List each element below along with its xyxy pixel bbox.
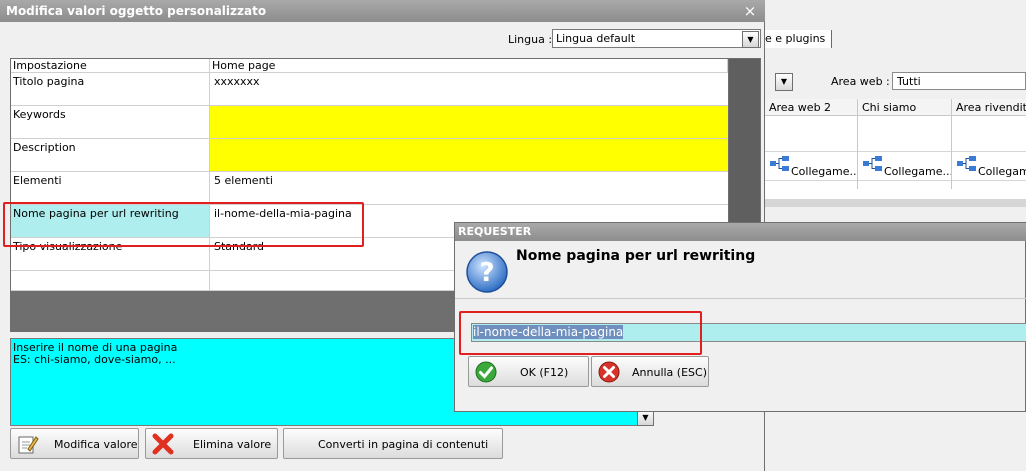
- grid-cell-link[interactable]: Collegame...: [952, 151, 1026, 181]
- grid-cell-link[interactable]: Collegame...: [858, 151, 951, 181]
- area-web-label: Area web :: [831, 75, 890, 88]
- sitemap-icon: [770, 156, 789, 171]
- chevron-down-icon[interactable]: ▼: [742, 31, 759, 48]
- column-header-impostazione[interactable]: Impostazione: [11, 59, 210, 73]
- area-web-value: Tutti: [897, 75, 921, 88]
- column-header-label: Impostazione: [13, 59, 87, 72]
- elimina-valore-button[interactable]: Elimina valore: [145, 428, 278, 459]
- setting-value[interactable]: [210, 106, 728, 138]
- converti-pagina-button[interactable]: Converti in pagina di contenuti: [283, 428, 503, 459]
- column-header-label: Home page: [212, 59, 276, 72]
- grid-cell-label: Collegame...: [978, 165, 1026, 178]
- background-tabbar: e e plugins: [765, 14, 1026, 48]
- dialog-title-bar[interactable]: Modifica valori oggetto personalizzato: [0, 0, 765, 22]
- delete-icon: [152, 433, 174, 455]
- setting-value[interactable]: [210, 139, 728, 171]
- question-icon: ?: [466, 251, 508, 293]
- column-header-label: Area web 2: [769, 101, 832, 114]
- requester-title: REQUESTER: [458, 225, 532, 238]
- setting-name: Description: [11, 139, 210, 171]
- ok-button[interactable]: OK (F12): [468, 356, 589, 387]
- button-label: OK (F12): [520, 366, 569, 379]
- highlight-annotation: [459, 311, 702, 355]
- column-header-area-web-2[interactable]: Area web 2: [765, 99, 858, 116]
- background-grid: Area web 2 Chi siamo Area rivenditori Co…: [765, 99, 1026, 199]
- column-header-label: Chi siamo: [862, 101, 917, 114]
- grid-cell-label: Collegame...: [884, 165, 951, 178]
- lingua-value: Lingua default: [556, 32, 636, 45]
- table-row[interactable]: Description: [11, 139, 728, 172]
- dialog-title: Modifica valori oggetto personalizzato: [6, 4, 267, 18]
- table-row[interactable]: Titolo pagina xxxxxxx: [11, 73, 728, 106]
- button-label: Converti in pagina di contenuti: [318, 438, 489, 451]
- area-web-select[interactable]: Tutti: [892, 72, 1026, 90]
- cancel-button[interactable]: Annulla (ESC): [591, 356, 709, 387]
- table-row[interactable]: Keywords: [11, 106, 728, 139]
- column-header-home-page[interactable]: Home page: [210, 59, 728, 73]
- sitemap-icon: [957, 156, 976, 171]
- table-row[interactable]: Elementi 5 elementi: [11, 172, 728, 205]
- grid-cell-link[interactable]: Collegame...: [765, 151, 857, 181]
- setting-value[interactable]: xxxxxxx: [210, 73, 728, 105]
- column-header-chi-siamo[interactable]: Chi siamo: [858, 99, 952, 116]
- column-header-label: Area rivenditori: [956, 101, 1026, 114]
- grid-cell-label: Collegame...: [791, 165, 857, 178]
- close-icon[interactable]: ×: [742, 3, 758, 19]
- setting-value[interactable]: 5 elementi: [210, 172, 728, 204]
- grid-footer: [765, 199, 1026, 207]
- chevron-down-icon[interactable]: ▼: [775, 73, 793, 91]
- column-header-area-rivenditori[interactable]: Area rivenditori: [952, 99, 1026, 116]
- highlight-annotation: [3, 202, 364, 247]
- check-icon: [475, 361, 497, 383]
- lingua-label: Lingua :: [508, 33, 553, 46]
- setting-name: Keywords: [11, 106, 210, 138]
- divider: [455, 298, 1026, 299]
- edit-icon: [18, 436, 39, 454]
- button-label: Elimina valore: [193, 438, 272, 451]
- tab-plugins[interactable]: e e plugins: [765, 30, 833, 48]
- requester-title-bar[interactable]: REQUESTER: [455, 223, 1026, 241]
- button-label: Modifica valore: [54, 438, 138, 451]
- svg-text:?: ?: [479, 258, 494, 288]
- requester-heading: Nome pagina per url rewriting: [516, 248, 756, 264]
- tab-plugins-label: e e plugins: [765, 32, 826, 45]
- setting-name: Titolo pagina: [11, 73, 210, 105]
- setting-name: Elementi: [11, 172, 210, 204]
- cancel-icon: [598, 361, 620, 383]
- button-label: Annulla (ESC): [632, 366, 707, 379]
- modifica-valore-button[interactable]: Modifica valore: [10, 428, 139, 459]
- lingua-select[interactable]: Lingua default ▼: [552, 29, 761, 48]
- setting-name: [11, 271, 210, 290]
- sitemap-icon: [863, 156, 882, 171]
